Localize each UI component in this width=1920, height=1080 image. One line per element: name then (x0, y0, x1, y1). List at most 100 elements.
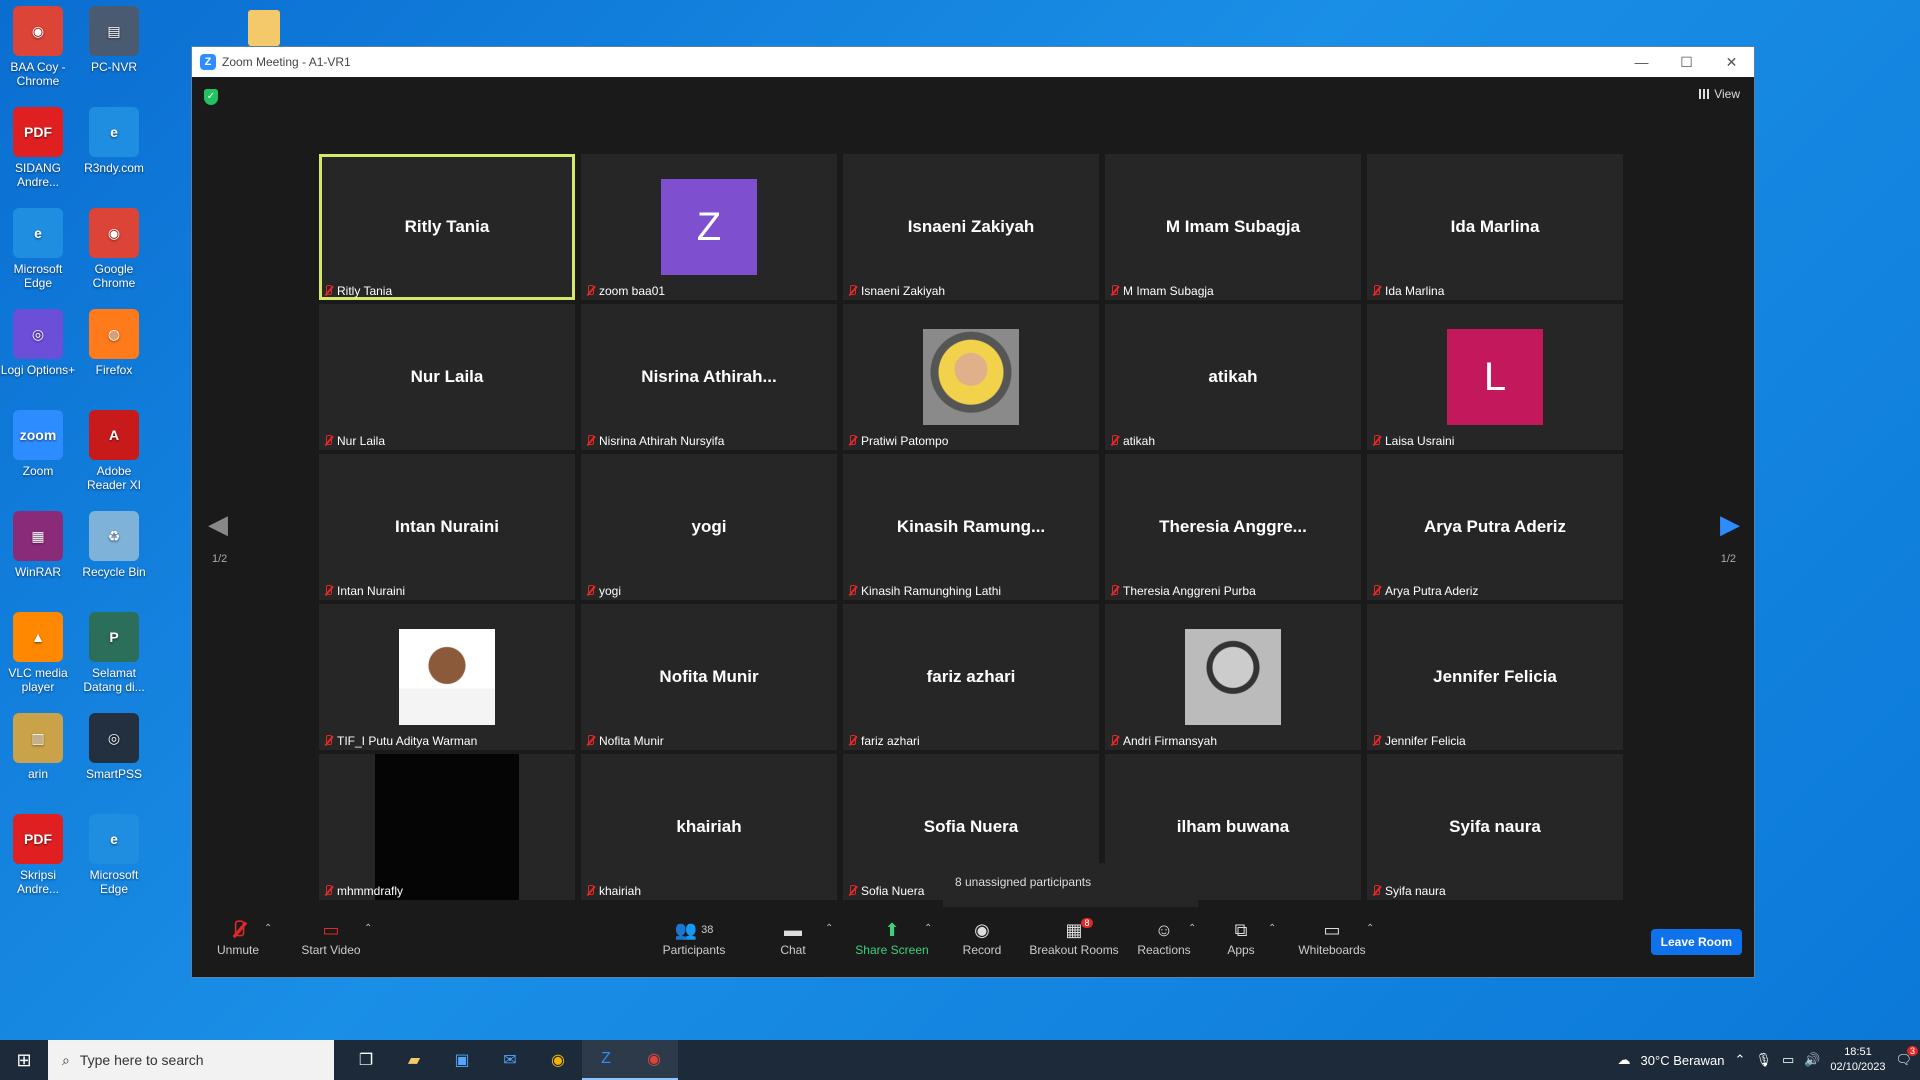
minimize-button[interactable]: — (1619, 54, 1664, 71)
chat-options-caret-icon[interactable]: ⌃ (825, 923, 833, 934)
taskbar-search[interactable]: ⌕ Type here to search (48, 1040, 334, 1080)
participants-count: 38 (701, 924, 714, 936)
desktop-icon[interactable]: ◎ Logi Options+ (0, 309, 76, 377)
breakout-rooms-button[interactable]: ▦ 8 Breakout Rooms (1026, 917, 1122, 957)
participant-tile[interactable]: Pratiwi Patompo (843, 304, 1099, 450)
next-page-arrow-icon[interactable]: ▶ (1720, 509, 1740, 540)
whiteboard-options-caret-icon[interactable]: ⌃ (1366, 923, 1374, 934)
share-options-caret-icon[interactable]: ⌃ (924, 923, 932, 934)
clock[interactable]: 18:51 02/10/2023 (1830, 1045, 1885, 1075)
volume-icon[interactable]: 🔊 (1804, 1052, 1820, 1068)
app-icon: P (89, 612, 139, 662)
taskbar: ⊞ ⌕ Type here to search ❐ ▰ ▣ ✉ ◉ Z ◉ ☁ … (0, 1040, 1920, 1080)
participant-tile[interactable]: mhmmdrafly (319, 754, 575, 900)
desktop-icon[interactable]: PDF SIDANG Andre... (0, 107, 76, 189)
view-label: View (1714, 87, 1740, 101)
desktop-icon[interactable]: A Adobe Reader XI (76, 410, 152, 492)
close-button[interactable]: ✕ (1709, 54, 1754, 71)
desktop-icon[interactable]: e Microsoft Edge (76, 814, 152, 896)
weather-text[interactable]: 30°C Berawan (1641, 1053, 1725, 1068)
desktop-icon[interactable]: ◉ Google Chrome (76, 208, 152, 290)
apps-button[interactable]: ⧉ Apps (1216, 917, 1266, 958)
leave-room-button[interactable]: Leave Room (1650, 929, 1742, 955)
windows-start-icon[interactable]: ⊞ (0, 1040, 48, 1080)
participants-button[interactable]: 👥 38 Participants (654, 917, 734, 958)
participant-tile[interactable]: Syifa naura Syifa naura (1367, 754, 1623, 900)
view-button[interactable]: View (1699, 87, 1740, 101)
apps-label: Apps (1227, 943, 1255, 957)
participant-tile[interactable]: fariz azhari fariz azhari (843, 604, 1099, 750)
mic-muted-icon (1371, 285, 1381, 297)
participant-tile[interactable]: khairiah khairiah (581, 754, 837, 900)
chrome-active-icon[interactable]: ◉ (630, 1040, 678, 1080)
participant-name: Ida Marlina (1385, 284, 1445, 298)
share-screen-button[interactable]: ⬆ Share Screen (852, 917, 932, 958)
participant-tile[interactable]: Andri Firmansyah (1105, 604, 1361, 750)
store-icon[interactable]: ▣ (438, 1040, 486, 1080)
participant-tile[interactable]: atikah atikah (1105, 304, 1361, 450)
participant-tile[interactable]: Jennifer Felicia Jennifer Felicia (1367, 604, 1623, 750)
participant-display-name: Sofia Nuera (923, 817, 1019, 836)
participant-tile[interactable]: Nofita Munir Nofita Munir (581, 604, 837, 750)
desktop-icon-label: Selamat Datang di... (83, 666, 145, 694)
participant-tile[interactable]: TIF_I Putu Aditya Warman (319, 604, 575, 750)
desktop-icon[interactable]: PDF Skripsi Andre... (0, 814, 76, 896)
desktop-icon[interactable]: ▦ WinRAR (0, 511, 76, 579)
desktop-icon[interactable]: e R3ndy.com (76, 107, 152, 175)
weather-icon[interactable]: ☁ (1618, 1052, 1631, 1068)
avatar: Z (661, 179, 757, 275)
video-options-caret-icon[interactable]: ⌃ (364, 923, 372, 934)
whiteboards-button[interactable]: ▭ Whiteboards (1292, 917, 1372, 958)
desktop-icon[interactable]: ▲ VLC media player (0, 612, 76, 694)
desktop-folder-icon[interactable] (248, 10, 280, 46)
participant-tile[interactable]: M Imam Subagja M Imam Subagja (1105, 154, 1361, 300)
participant-tile[interactable]: Nisrina Athirah... Nisrina Athirah Nursyi… (581, 304, 837, 450)
chrome-icon[interactable]: ◉ (534, 1040, 582, 1080)
participant-tile[interactable]: L Laisa Usraini (1367, 304, 1623, 450)
participant-tile[interactable]: Ritly Tania Ritly Tania (319, 154, 575, 300)
notification-icon[interactable]: 🗨 3 (1895, 1046, 1918, 1068)
audio-options-caret-icon[interactable]: ⌃ (264, 923, 272, 934)
microphone-icon[interactable]: 🎙 (1755, 1052, 1772, 1068)
participant-display-name: Nisrina Athirah... (641, 367, 777, 386)
maximize-button[interactable]: ☐ (1664, 54, 1709, 71)
participant-tile[interactable]: Isnaeni Zakiyah Isnaeni Zakiyah (843, 154, 1099, 300)
desktop-icon[interactable]: e Microsoft Edge (0, 208, 76, 290)
desktop-icon[interactable]: ▥ arin (0, 713, 76, 781)
file-explorer-icon[interactable]: ▰ (390, 1040, 438, 1080)
participant-tile[interactable]: Intan Nuraini Intan Nuraini (319, 454, 575, 600)
zoom-taskbar-icon[interactable]: Z (582, 1040, 630, 1080)
reactions-options-caret-icon[interactable]: ⌃ (1188, 923, 1196, 934)
task-view-icon[interactable]: ❐ (342, 1040, 390, 1080)
apps-options-caret-icon[interactable]: ⌃ (1268, 923, 1276, 934)
desktop-icon[interactable]: ♻ Recycle Bin (76, 511, 152, 579)
start-video-button[interactable]: ▭ Start Video (296, 917, 366, 958)
participant-name: Kinasih Ramunghing Lathi (861, 584, 1002, 598)
mail-icon[interactable]: ✉ (486, 1040, 534, 1080)
record-button[interactable]: ◉ Record (954, 917, 1010, 958)
network-icon[interactable]: ▭ (1782, 1052, 1794, 1068)
desktop-icon[interactable]: ◎ SmartPSS (76, 713, 152, 781)
mic-muted-icon (1371, 435, 1381, 447)
chat-button[interactable]: ▬ Chat (768, 917, 818, 958)
reactions-button[interactable]: ☺ Reactions (1132, 917, 1196, 958)
participant-tile[interactable]: Kinasih Ramung... Kinasih Ramunghing Lath… (843, 454, 1099, 600)
desktop-icon[interactable]: ◍ Firefox (76, 309, 152, 377)
desktop-icon[interactable]: ◉ BAA Coy - Chrome (0, 6, 76, 88)
desktop-icon[interactable]: P Selamat Datang di... (76, 612, 152, 694)
participant-tile[interactable]: Zzoom baa01 (581, 154, 837, 300)
participant-tile[interactable]: Ida Marlina Ida Marlina (1367, 154, 1623, 300)
nameplate: zoom baa01 (585, 284, 665, 298)
participant-tile[interactable]: Arya Putra Aderiz Arya Putra Aderiz (1367, 454, 1623, 600)
participant-tile[interactable]: Nur Laila Nur Laila (319, 304, 575, 450)
unmute-button[interactable]: Unmute (208, 917, 268, 957)
participant-name: Pratiwi Patompo (861, 434, 949, 448)
security-shield-icon[interactable]: ✓ (204, 89, 218, 105)
desktop-icon[interactable]: zoom Zoom (0, 410, 76, 478)
previous-page-arrow-icon[interactable]: ◀ (208, 509, 228, 540)
participant-tile[interactable]: yogi yogi (581, 454, 837, 600)
desktop-icon[interactable]: ▤ PC-NVR (76, 6, 152, 74)
tray-chevron-icon[interactable]: ⌃ (1735, 1052, 1746, 1068)
app-icon: PDF (13, 107, 63, 157)
participant-tile[interactable]: Theresia Anggre... Theresia Anggreni Purb… (1105, 454, 1361, 600)
